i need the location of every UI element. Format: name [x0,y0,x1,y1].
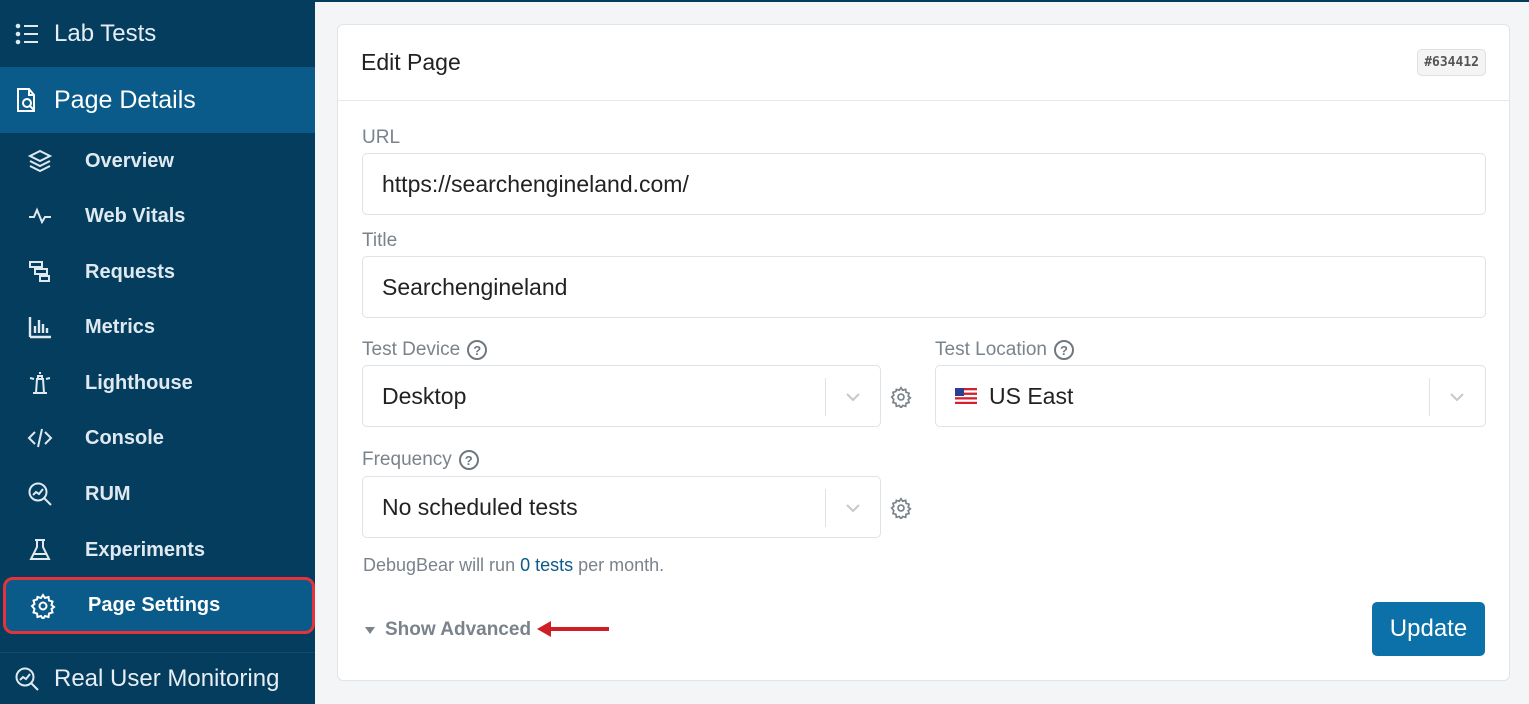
test-location-label-text: Test Location [935,339,1047,360]
sidebar-item-label: Console [85,426,164,449]
sidebar-item-label: Metrics [85,315,156,338]
url-value: https://searchengineland.com/ [382,170,689,197]
lighthouse-icon [26,369,54,397]
annotation-arrow-icon [537,621,609,637]
sidebar-item-metrics[interactable]: Metrics [0,302,315,352]
title-label: Title [362,230,397,252]
search-chart-icon [14,666,40,692]
frequency-settings-gear-icon[interactable] [890,497,912,519]
page-title: Edit Page [361,49,461,75]
update-button[interactable]: Update [1372,602,1485,656]
page-id-badge: #634412 [1417,49,1486,76]
select-separator [1429,378,1430,416]
top-divider [315,0,1529,2]
title-input[interactable]: Searchengineland [362,256,1486,318]
title-value: Searchengineland [382,273,568,300]
card-header: Edit Page #634412 [338,25,1509,101]
sidebar-item-requests[interactable]: Requests [0,247,315,297]
test-device-label: Test Device ? [362,339,488,361]
sidebar-item-lighthouse[interactable]: Lighthouse [0,358,315,408]
code-icon [26,424,54,452]
gear-icon [29,592,57,620]
list-icon [14,21,40,47]
sidebar-item-label: Lighthouse [85,371,193,394]
sidebar-item-label: Requests [85,260,176,283]
sidebar-real-user-monitoring[interactable]: Real User Monitoring [0,652,315,704]
sidebar-page-details[interactable]: Page Details [0,67,315,133]
test-device-label-text: Test Device [362,339,461,360]
page-search-icon [14,87,40,113]
sidebar-item-web-vitals[interactable]: Web Vitals [0,191,315,241]
sidebar-real-user-monitoring-label: Real User Monitoring [54,664,280,692]
url-label: URL [362,127,400,149]
chevron-down-icon [846,504,860,513]
edit-page-card: Edit Page #634412 URL https://searchengi… [337,24,1510,681]
sidebar-item-console[interactable]: Console [0,413,315,463]
test-location-select[interactable]: US East [935,365,1486,427]
sidebar-item-overview[interactable]: Overview [0,136,315,186]
frequency-label: Frequency ? [362,449,479,471]
info-suffix: per month. [573,555,665,575]
chevron-down-icon [846,393,860,402]
sidebar-item-rum[interactable]: RUM [0,469,315,519]
sidebar-item-label: Web Vitals [85,204,186,227]
select-separator [825,489,826,527]
frequency-select[interactable]: No scheduled tests [362,476,881,538]
layers-icon [26,147,54,175]
test-location-label: Test Location ? [935,339,1074,361]
tests-count-link[interactable]: 0 tests [520,555,573,575]
sidebar-item-label: Experiments [85,538,206,561]
url-input[interactable]: https://searchengineland.com/ [362,153,1486,215]
search-chart-icon [26,480,54,508]
sidebar-item-label: Overview [85,149,174,172]
help-icon[interactable]: ? [458,450,479,470]
tests-per-month-info: DebugBear will run 0 tests per month. [363,555,664,576]
chevron-down-icon [1450,393,1464,402]
help-icon[interactable]: ? [1053,340,1074,360]
bar-chart-icon [26,313,54,341]
url-label-text: URL [362,127,401,148]
help-icon[interactable]: ? [467,340,488,360]
frequency-label-text: Frequency [362,449,452,470]
show-advanced-label: Show Advanced [385,619,532,640]
flask-icon [26,536,54,564]
pulse-icon [26,202,54,230]
caret-down-icon [365,626,375,634]
sidebar-lab-tests[interactable]: Lab Tests [0,0,315,67]
us-flag-icon [955,388,977,404]
sidebar-item-label: RUM [85,482,131,505]
sidebar-item-experiments[interactable]: Experiments [0,525,315,575]
sidebar-page-details-label: Page Details [54,85,196,114]
sidebar-item-label: Page Settings [88,594,221,616]
show-advanced-toggle[interactable]: Show Advanced [365,619,531,641]
title-label-text: Title [362,230,398,251]
test-device-value: Desktop [382,382,467,409]
sidebar-item-page-settings[interactable]: Page Settings [3,577,315,634]
frequency-value: No scheduled tests [382,493,578,520]
info-prefix: DebugBear will run [363,555,521,575]
select-separator [825,378,826,416]
sidebar-lab-tests-label: Lab Tests [54,19,157,47]
waterfall-icon [26,258,54,286]
test-location-value: US East [989,382,1074,409]
sidebar: Lab Tests Page Details Overview Web Vita… [0,0,315,704]
device-settings-gear-icon[interactable] [890,386,912,408]
test-device-select[interactable]: Desktop [362,365,881,427]
